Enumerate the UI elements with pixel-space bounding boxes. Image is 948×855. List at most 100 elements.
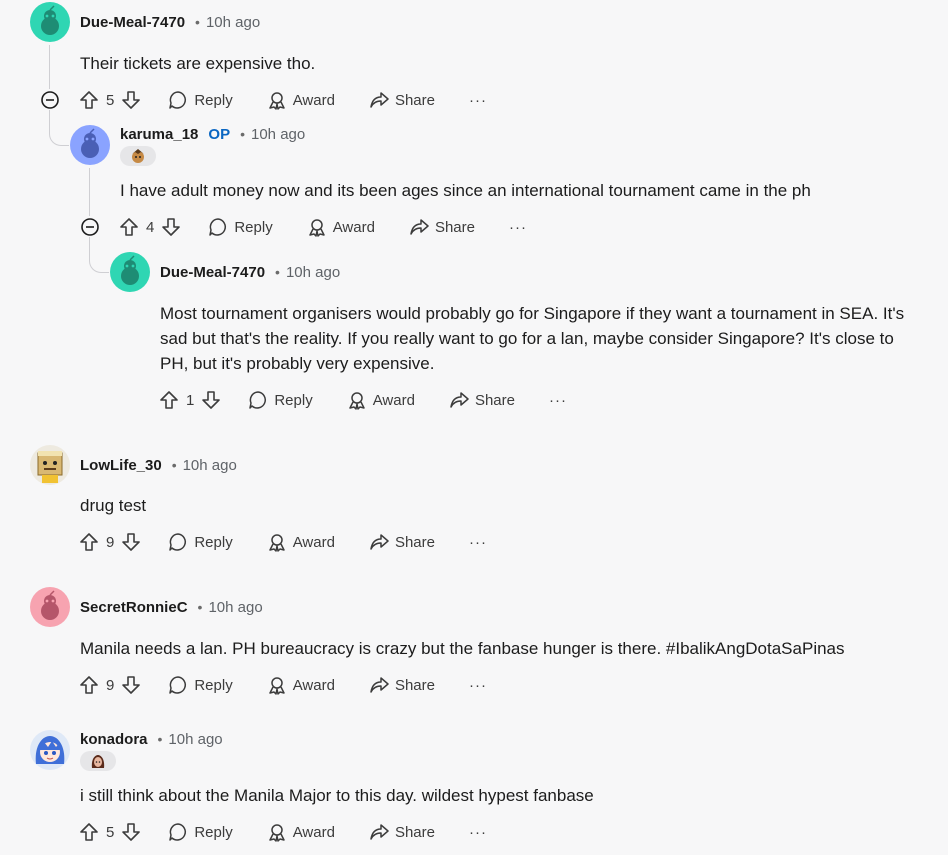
reply-label: Reply <box>194 676 233 694</box>
comment-body: Most tournament organisers would probabl… <box>160 301 940 376</box>
collapse-thread-button[interactable] <box>80 217 100 237</box>
downvote-button[interactable] <box>120 531 142 553</box>
more-options-button[interactable]: ··· <box>509 219 527 236</box>
comment-author[interactable]: Due-Meal-7470 <box>80 14 185 31</box>
share-button[interactable]: Share <box>409 217 475 237</box>
avatar[interactable] <box>70 125 110 165</box>
more-options-button[interactable]: ··· <box>469 92 487 109</box>
collapse-thread-button[interactable] <box>40 90 60 110</box>
avatar[interactable] <box>30 730 70 770</box>
share-label: Share <box>394 676 435 694</box>
upvote-button[interactable] <box>78 531 100 553</box>
comment-body-line: PH, but it's probably very expensive. <box>160 354 435 373</box>
award-button[interactable]: Award <box>347 390 415 410</box>
upvote-button[interactable] <box>78 821 100 843</box>
award-label: Award <box>292 676 335 694</box>
share-arrow-icon <box>370 92 389 108</box>
share-button[interactable]: Share <box>369 675 435 695</box>
more-options-button[interactable]: ··· <box>469 534 487 551</box>
award-button[interactable]: Award <box>307 217 375 237</box>
anime-girl-avatar-icon <box>35 736 65 764</box>
upvote-button[interactable] <box>118 216 140 238</box>
downvote-arrow-icon <box>122 676 141 694</box>
comment-bubble-icon <box>169 676 187 694</box>
avatar[interactable] <box>110 252 150 292</box>
user-flair <box>120 146 156 166</box>
reply-label: Reply <box>274 391 313 409</box>
comment-author[interactable]: karuma_18 <box>120 126 198 143</box>
comment-body: Manila needs a lan. PH bureaucracy is cr… <box>80 639 845 658</box>
upvote-arrow-icon <box>160 391 178 409</box>
user-flair <box>80 751 116 771</box>
downvote-arrow-icon <box>122 91 141 109</box>
separator-dot: • <box>275 264 280 280</box>
reply-label: Reply <box>234 218 273 236</box>
share-arrow-icon <box>370 534 389 550</box>
thread-line <box>49 45 50 89</box>
share-button[interactable]: Share <box>369 532 435 552</box>
share-button[interactable]: Share <box>369 822 435 842</box>
separator-dot: • <box>197 599 203 615</box>
comment-author[interactable]: konadora <box>80 731 148 748</box>
avatar[interactable] <box>30 2 70 42</box>
award-label: Award <box>292 823 335 841</box>
snoo-icon <box>41 590 59 620</box>
comment-author[interactable]: Due-Meal-7470 <box>160 264 265 281</box>
downvote-button[interactable] <box>200 389 222 411</box>
comment-time: 10h ago <box>205 13 261 31</box>
comment-time: 10h ago <box>285 263 341 281</box>
share-button[interactable]: Share <box>369 90 435 110</box>
downvote-button[interactable] <box>120 89 142 111</box>
award-icon <box>268 534 285 552</box>
downvote-arrow-icon <box>162 218 181 236</box>
vote-count: 9 <box>106 676 115 694</box>
share-arrow-icon <box>370 824 389 840</box>
avatar[interactable] <box>30 587 70 627</box>
upvote-button[interactable] <box>78 674 100 696</box>
downvote-button[interactable] <box>120 821 142 843</box>
award-button[interactable]: Award <box>267 822 335 842</box>
comment-body: Their tickets are expensive tho. <box>80 54 316 73</box>
more-options-button[interactable]: ··· <box>469 824 487 841</box>
upvote-button[interactable] <box>158 389 180 411</box>
share-label: Share <box>394 533 435 551</box>
award-button[interactable]: Award <box>267 90 335 110</box>
comment-time: 10h ago <box>208 598 263 616</box>
reply-button[interactable]: Reply <box>248 390 313 410</box>
award-button[interactable]: Award <box>267 532 335 552</box>
comment-time: 10h ago <box>168 730 223 748</box>
award-icon <box>268 824 285 842</box>
upvote-button[interactable] <box>78 89 100 111</box>
reply-button[interactable]: Reply <box>168 532 233 552</box>
downvote-button[interactable] <box>120 674 142 696</box>
vote-count: 9 <box>106 533 115 551</box>
reply-button[interactable]: Reply <box>168 675 233 695</box>
reply-button[interactable]: Reply <box>208 217 273 237</box>
award-label: Award <box>292 91 335 109</box>
award-icon <box>268 677 285 695</box>
more-options-button[interactable]: ··· <box>549 392 567 409</box>
award-label: Award <box>292 533 335 551</box>
share-button[interactable]: Share <box>449 390 515 410</box>
thread-connector <box>49 110 69 146</box>
downvote-arrow-icon <box>122 823 141 841</box>
downvote-button[interactable] <box>160 216 182 238</box>
award-button[interactable]: Award <box>267 675 335 695</box>
comment-body: drug test <box>80 496 147 515</box>
award-icon <box>308 219 325 237</box>
comment-bubble-icon <box>169 823 187 841</box>
comment-body-line: Most tournament organisers would probabl… <box>160 304 905 323</box>
snoo-icon <box>81 128 99 158</box>
comment-author[interactable]: LowLife_30 <box>80 457 162 474</box>
snoo-icon <box>41 5 59 35</box>
separator-dot: • <box>240 126 245 142</box>
more-options-button[interactable]: ··· <box>469 677 487 694</box>
upvote-arrow-icon <box>80 823 98 841</box>
comment-author[interactable]: SecretRonnieC <box>80 599 188 616</box>
thread-connector <box>89 237 109 273</box>
vote-count: 4 <box>146 218 155 236</box>
reply-button[interactable]: Reply <box>168 90 233 110</box>
reply-button[interactable]: Reply <box>168 822 233 842</box>
upvote-arrow-icon <box>80 676 98 694</box>
avatar[interactable] <box>30 445 70 485</box>
